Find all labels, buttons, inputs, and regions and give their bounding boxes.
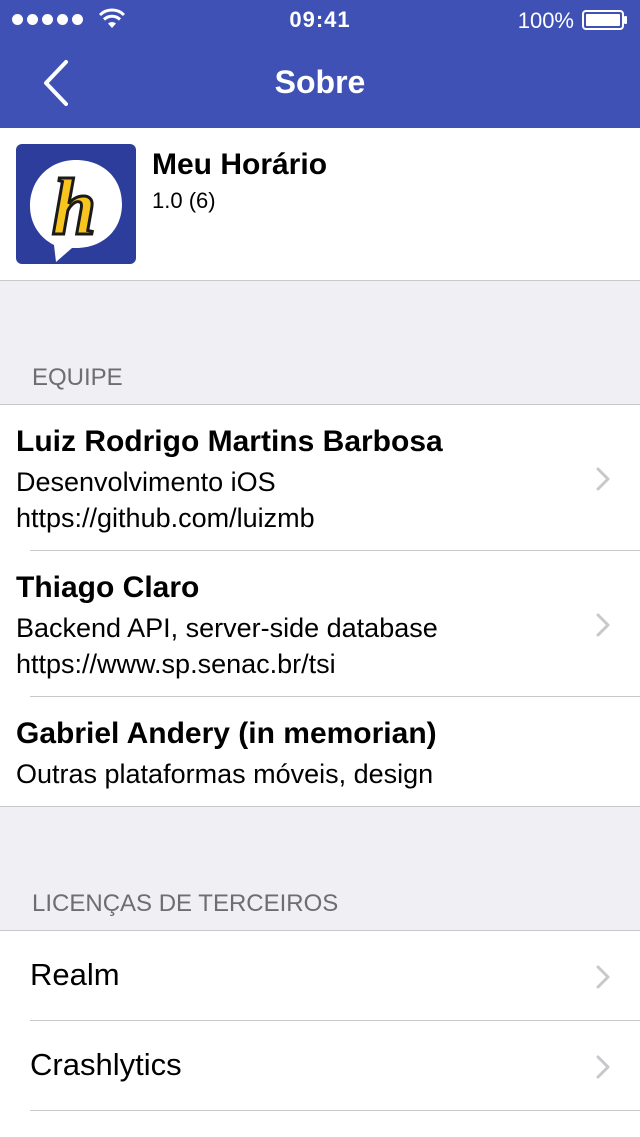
disclosure-chevron-icon	[596, 467, 610, 491]
team-list: Luiz Rodrigo Martins Barbosa Desenvolvim…	[0, 404, 640, 807]
member-name: Thiago Claro	[16, 571, 200, 604]
status-bar: 09:41 100%	[0, 0, 640, 40]
svg-text:h: h	[52, 164, 97, 252]
app-name: Meu Horário	[152, 148, 328, 181]
disclosure-chevron-icon	[596, 965, 610, 989]
app-info-header: h Meu Horário 1.0 (6)	[0, 128, 640, 281]
member-name: Gabriel Andery (in memorian)	[16, 717, 437, 750]
member-role: Desenvolvimento iOS	[16, 467, 276, 497]
battery-icon	[582, 10, 627, 30]
member-link[interactable]: https://github.com/luizmb	[16, 503, 315, 534]
license-label: Realm	[30, 957, 120, 992]
team-member-row[interactable]: Thiago Claro Backend API, server-side da…	[0, 551, 640, 697]
member-link[interactable]: https://www.sp.senac.br/tsi	[16, 649, 336, 680]
license-row-crashlytics[interactable]: Crashlytics	[0, 1021, 640, 1111]
member-name: Luiz Rodrigo Martins Barbosa	[16, 425, 443, 458]
row-divider	[30, 1110, 640, 1111]
page-title: Sobre	[274, 64, 366, 100]
member-role: Outras plataformas móveis, design	[16, 759, 434, 789]
team-member-row[interactable]: Luiz Rodrigo Martins Barbosa Desenvolvim…	[0, 405, 640, 551]
disclosure-chevron-icon	[596, 613, 610, 637]
battery-percentage: 100%	[517, 8, 574, 33]
disclosure-chevron-icon	[596, 1055, 610, 1079]
licenses-list: Realm Crashlytics	[0, 930, 640, 1137]
license-label: Crashlytics	[30, 1047, 182, 1082]
app-version: 1.0 (6)	[152, 188, 216, 213]
licenses-section-header: LICENÇAS DE TERCEIROS	[32, 890, 339, 917]
app-logo-icon: h	[16, 144, 136, 264]
member-role: Backend API, server-side database	[16, 613, 438, 643]
team-section-header: EQUIPE	[32, 364, 123, 391]
navigation-bar: 09:41 100% Sobre	[0, 0, 640, 128]
license-row-realm[interactable]: Realm	[0, 931, 640, 1021]
team-member-row: Gabriel Andery (in memorian) Outras plat…	[0, 697, 640, 805]
